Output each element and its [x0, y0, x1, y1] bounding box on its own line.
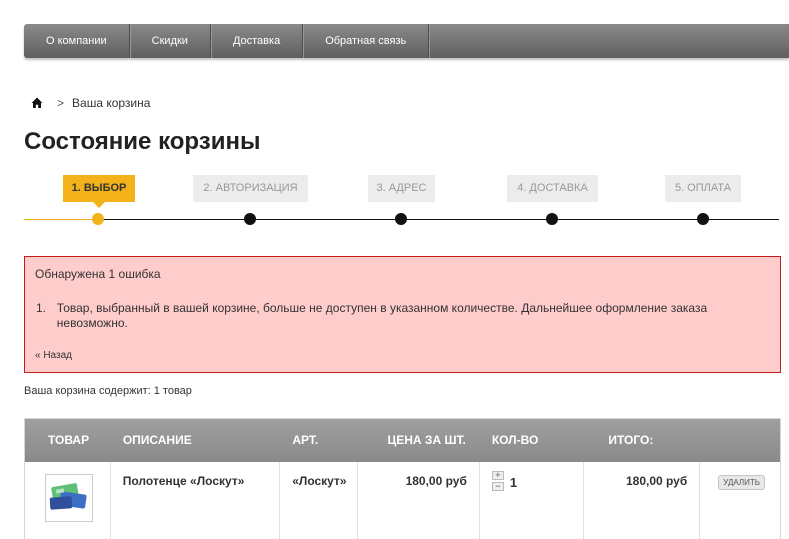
cart-table: ТОВАР ОПИСАНИЕ АРТ. ЦЕНА ЗА ШТ. КОЛ-ВО И…: [24, 418, 781, 539]
product-article: «Лоскут»: [292, 474, 347, 488]
step-3-dot: [395, 213, 407, 225]
product-description-cell: Полотенце «Лоскут»: [111, 462, 281, 539]
step-5-payment: 5. ОПЛАТА: [665, 175, 741, 202]
nav-item-feedback[interactable]: Обратная связь: [303, 24, 430, 58]
step-progress-line: [98, 219, 779, 220]
header-product: ТОВАР: [48, 433, 90, 447]
towel-product-thumbnail[interactable]: [45, 474, 93, 522]
nav-item-about[interactable]: О компании: [24, 24, 130, 58]
step-2-authorization: 2. АВТОРИЗАЦИЯ: [193, 175, 308, 202]
home-icon[interactable]: [31, 97, 43, 109]
page-title: Состояние корзины: [24, 128, 261, 155]
error-item-number: 1.: [36, 301, 47, 315]
product-total-cell: 180,00 руб: [584, 462, 701, 539]
header-unit-price: ЦЕНА ЗА ШТ.: [387, 433, 466, 447]
cart-count-text: Ваша корзина содержит: 1 товар: [24, 385, 192, 397]
product-unit-price: 180,00 руб: [405, 474, 467, 488]
step-4-dot: [546, 213, 558, 225]
product-article-cell: «Лоскут»: [280, 462, 359, 539]
delete-button[interactable]: УДАЛИТЬ: [718, 475, 766, 490]
product-actions-cell: УДАЛИТЬ: [700, 462, 780, 539]
back-link[interactable]: « Назад: [35, 350, 72, 361]
step-progress-line-done: [24, 219, 98, 220]
header-quantity: КОЛ-ВО: [491, 433, 539, 447]
quantity-increase-button[interactable]: +: [491, 471, 504, 480]
error-list-item: 1. Товар, выбранный в вашей корзине, бол…: [35, 301, 770, 331]
error-item-text: Товар, выбранный в вашей корзине, больше…: [56, 301, 708, 330]
breadcrumb-current: Ваша корзина: [72, 96, 151, 110]
step-3-address: 3. АДРЕС: [368, 175, 435, 202]
header-article: АРТ.: [292, 433, 319, 447]
step-5-dot: [697, 213, 709, 225]
product-image-cell: [25, 462, 111, 539]
product-total: 180,00 руб: [625, 474, 688, 488]
product-name-link[interactable]: Полотенце «Лоскут»: [123, 474, 245, 488]
header-description: ОПИСАНИЕ: [122, 433, 192, 447]
table-header-row: ТОВАР ОПИСАНИЕ АРТ. ЦЕНА ЗА ШТ. КОЛ-ВО И…: [25, 419, 780, 462]
step-1-select: 1. ВЫБОР: [63, 175, 135, 208]
step-1-dot: [92, 213, 104, 225]
error-box: Обнаружена 1 ошибка 1. Товар, выбранный …: [24, 256, 781, 373]
product-price-cell: 180,00 руб: [358, 462, 480, 539]
header-actions: [663, 419, 780, 462]
breadcrumb: > Ваша корзина: [31, 96, 150, 110]
quantity-value: 1: [509, 474, 518, 490]
error-title: Обнаружена 1 ошибка: [35, 267, 161, 281]
header-total: ИТОГО:: [608, 433, 654, 447]
breadcrumb-separator: >: [57, 96, 65, 110]
quantity-decrease-button[interactable]: −: [491, 482, 504, 491]
table-row: Полотенце «Лоскут» «Лоскут» 180,00 руб +…: [25, 462, 780, 539]
step-4-delivery: 4. ДОСТАВКА: [507, 175, 598, 202]
top-navigation: О компании Скидки Доставка Обратная связ…: [24, 24, 789, 58]
nav-item-delivery[interactable]: Доставка: [211, 24, 304, 58]
step-2-dot: [244, 213, 256, 225]
nav-item-discounts[interactable]: Скидки: [130, 24, 211, 58]
product-quantity-cell: + − 1: [480, 462, 584, 539]
